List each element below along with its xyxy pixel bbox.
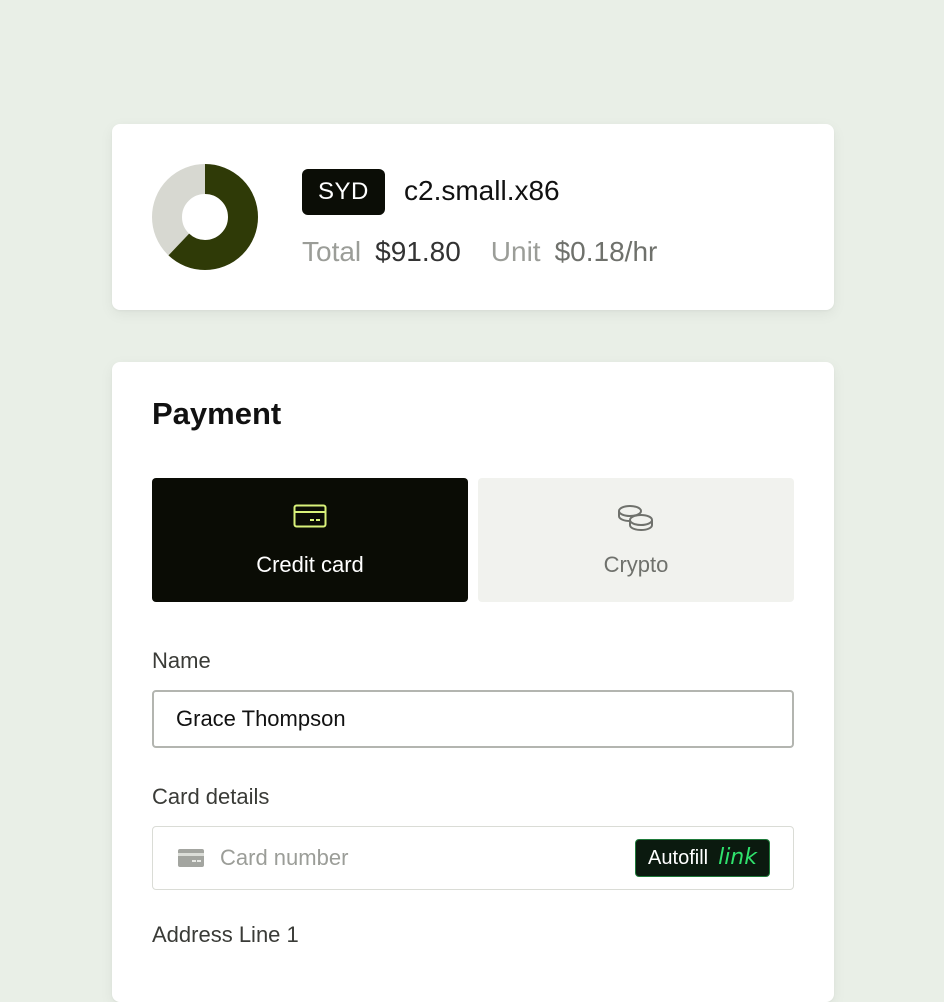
name-label: Name [152, 648, 211, 673]
payment-card: Payment Credit card Crypto Name Grace Th… [112, 362, 834, 1002]
instance-name: c2.small.x86 [404, 175, 560, 206]
card-icon [178, 849, 204, 867]
card-details-label: Card details [152, 784, 270, 809]
region-badge: SYD [302, 169, 385, 215]
address-line-1-label: Address Line 1 [152, 922, 299, 947]
coins-icon [618, 505, 653, 532]
credit-card-label: Credit card [256, 552, 364, 577]
order-summary-card: SYD c2.small.x86 Total $91.80 Unit $0.18/hr [112, 124, 834, 310]
total-value: $91.80 [375, 236, 461, 267]
card-number-field[interactable]: Card number Autofill link [152, 826, 794, 890]
credit-card-option[interactable]: Credit card [152, 478, 468, 602]
link-logo: link [718, 845, 757, 870]
usage-donut-chart [152, 164, 258, 270]
price-stats: Total $91.80 Unit $0.18/hr [302, 232, 657, 272]
credit-card-icon [293, 504, 327, 528]
unit-value: $0.18/hr [554, 236, 658, 267]
payment-title: Payment [152, 396, 282, 431]
name-input[interactable]: Grace Thompson [152, 690, 794, 748]
card-number-placeholder: Card number [220, 845, 349, 870]
autofill-label: Autofill [648, 847, 709, 869]
crypto-option[interactable]: Crypto [478, 478, 794, 602]
autofill-link-button[interactable]: Autofill link [635, 839, 770, 877]
unit-label: Unit [490, 236, 541, 267]
total-label: Total [302, 236, 362, 267]
crypto-label: Crypto [603, 552, 669, 577]
